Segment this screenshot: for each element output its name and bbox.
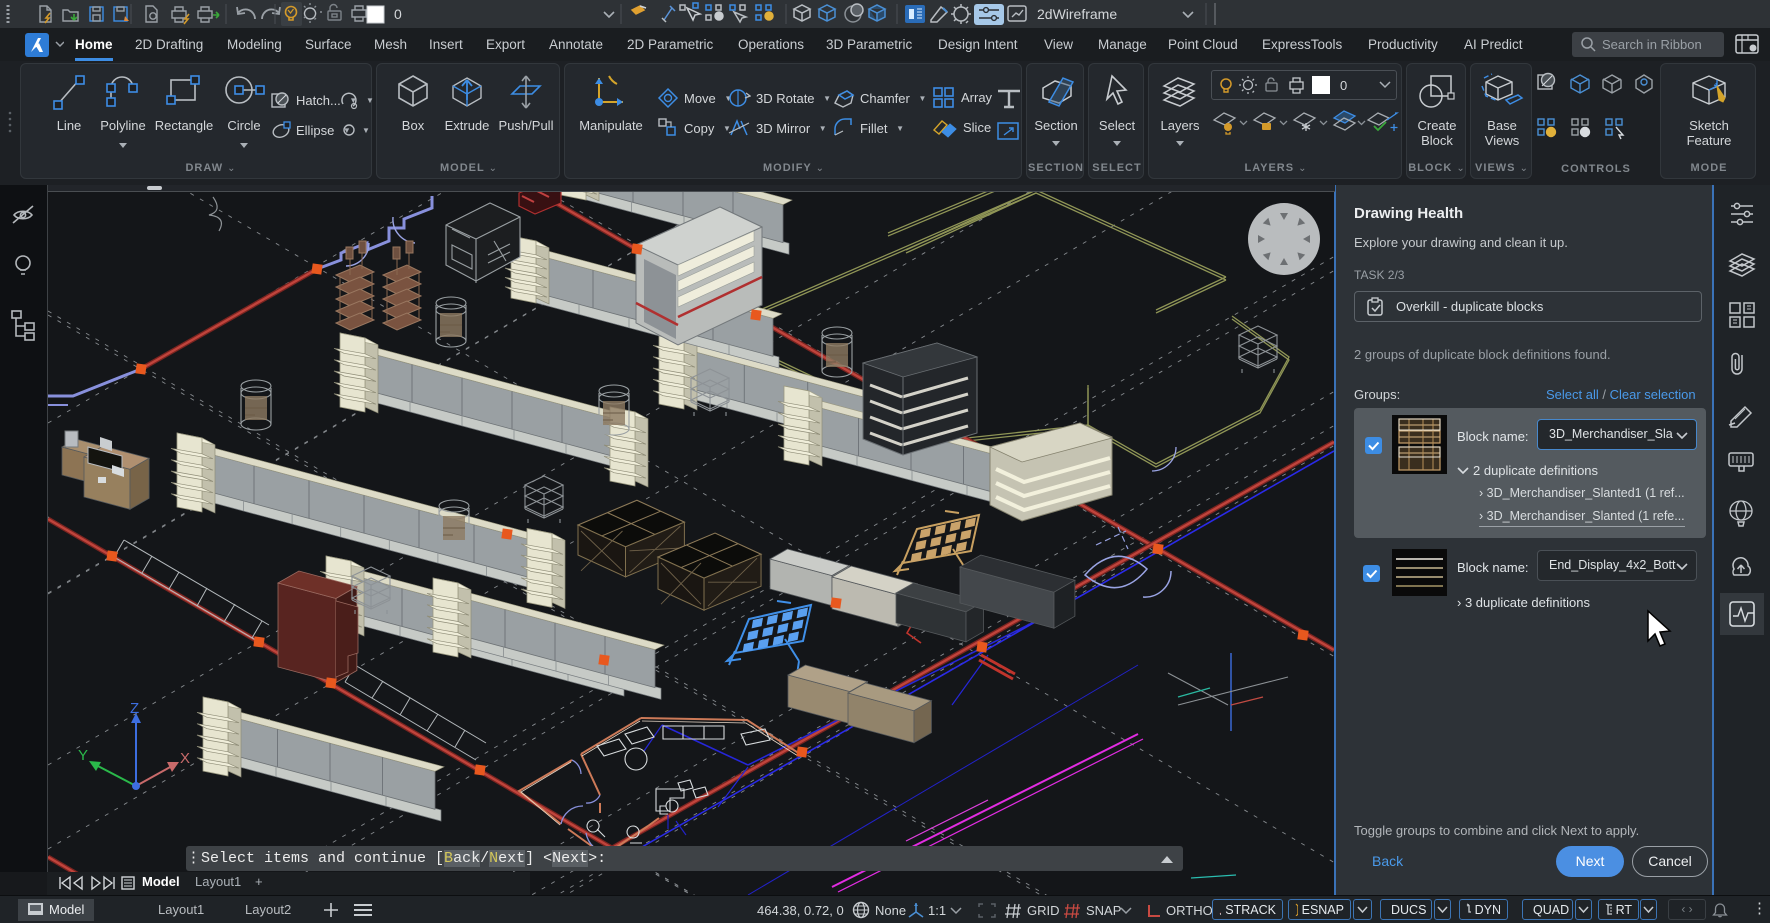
svg-text:Z: Z (130, 700, 139, 717)
svg-text:0: 0 (1340, 78, 1347, 93)
svg-text:2dWireframe: 2dWireframe (1037, 6, 1117, 22)
svg-text:X: X (180, 750, 190, 767)
svg-text:0: 0 (394, 6, 402, 22)
svg-text:Y: Y (78, 747, 88, 764)
